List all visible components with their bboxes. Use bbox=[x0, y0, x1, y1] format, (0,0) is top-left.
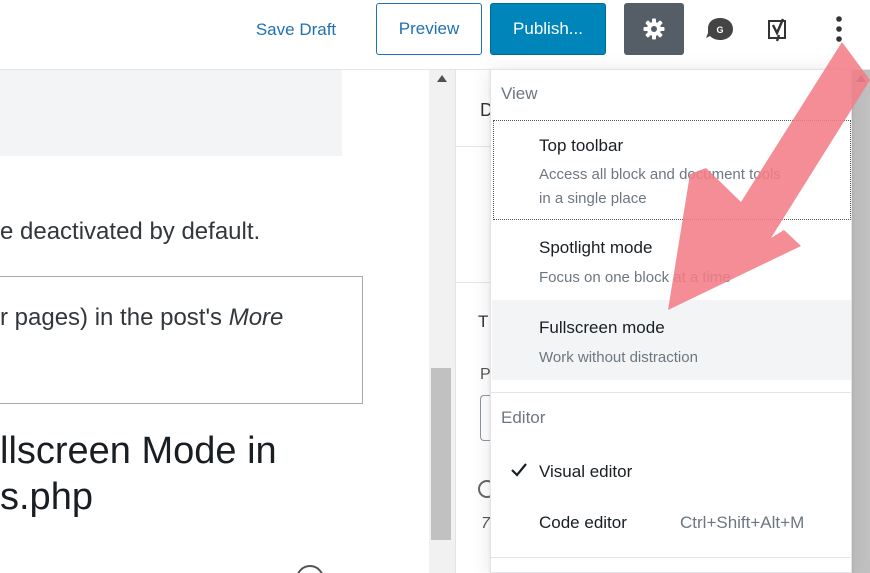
checkmark-icon bbox=[511, 463, 527, 477]
preview-button[interactable]: Preview bbox=[376, 3, 482, 55]
publish-button[interactable]: Publish... bbox=[490, 3, 606, 55]
menu-item-title: Spotlight mode bbox=[539, 238, 653, 257]
boxed-paragraph-text: r pages) in the post's bbox=[0, 304, 229, 331]
menu-item-title: Fullscreen mode bbox=[539, 318, 665, 337]
heading-line-1: llscreen Mode in bbox=[0, 430, 277, 472]
menu-item-desc: in a single place bbox=[539, 190, 647, 207]
menu-group-view-label: View bbox=[501, 84, 538, 103]
more-menu-button[interactable] bbox=[822, 10, 856, 48]
menu-item-title: Visual editor bbox=[539, 462, 633, 481]
heading-block[interactable]: llscreen Mode in s.php bbox=[0, 428, 277, 520]
more-vertical-icon bbox=[836, 16, 842, 42]
yoast-icon bbox=[768, 18, 786, 42]
page-scroll-up-arrow[interactable] bbox=[852, 74, 870, 90]
selected-block-outline[interactable] bbox=[0, 276, 363, 404]
triangle-up-icon bbox=[437, 75, 447, 82]
menu-item-fullscreen-mode[interactable]: Fullscreen mode Work without distraction bbox=[492, 300, 851, 380]
sidebar-divider bbox=[455, 282, 495, 283]
menu-item-top-toolbar[interactable]: Top toolbar Access all block and documen… bbox=[493, 120, 851, 220]
sidebar-panel-title[interactable]: T bbox=[478, 312, 488, 332]
save-draft-button[interactable]: Save Draft bbox=[246, 16, 346, 44]
menu-item-desc: Work without distraction bbox=[539, 349, 698, 366]
triangle-up-icon bbox=[856, 75, 866, 82]
heading-line-2: s.php bbox=[0, 476, 93, 518]
menu-item-title: Code editor bbox=[539, 513, 627, 532]
settings-button[interactable] bbox=[624, 3, 684, 55]
gear-icon bbox=[643, 18, 665, 40]
menu-item-desc: Focus on one block at a time bbox=[539, 269, 731, 286]
scroll-up-arrow[interactable] bbox=[429, 74, 455, 90]
sidebar-footer-text: 7 bbox=[481, 515, 490, 532]
svg-text:G: G bbox=[716, 25, 723, 35]
menu-item-spotlight-mode[interactable]: Spotlight mode Focus on one block at a t… bbox=[492, 220, 851, 300]
block-inserter-icon[interactable] bbox=[296, 565, 324, 573]
yoast-button[interactable] bbox=[760, 12, 800, 46]
editor-header: Save Draft Preview Publish... G bbox=[0, 0, 870, 70]
keyboard-shortcut: Ctrl+Shift+Alt+M bbox=[680, 513, 805, 532]
menu-item-title: Top toolbar bbox=[539, 136, 624, 155]
page-scrollbar[interactable] bbox=[852, 70, 870, 573]
menu-item-code-editor[interactable]: Code editor Ctrl+Shift+Alt+M bbox=[492, 500, 851, 546]
plugin-button[interactable]: G bbox=[700, 12, 740, 46]
paragraph-block[interactable]: e deactivated by default. bbox=[0, 218, 260, 246]
editor-block-gray[interactable] bbox=[0, 70, 342, 156]
menu-item-visual-editor[interactable]: Visual editor bbox=[492, 450, 851, 496]
sidebar-divider bbox=[455, 146, 495, 147]
boxed-paragraph[interactable]: r pages) in the post's More bbox=[0, 304, 283, 332]
menu-item-desc: Access all block and document tools bbox=[539, 166, 781, 183]
boxed-paragraph-italic: More bbox=[228, 304, 284, 331]
menu-divider bbox=[491, 392, 851, 393]
more-tools-menu: View Top toolbar Access all block and do… bbox=[490, 69, 852, 573]
editor-scrollbar-thumb[interactable] bbox=[431, 368, 451, 540]
gutenberg-plugin-icon: G bbox=[706, 18, 733, 40]
menu-group-editor-label: Editor bbox=[501, 408, 546, 427]
menu-divider bbox=[491, 557, 851, 558]
